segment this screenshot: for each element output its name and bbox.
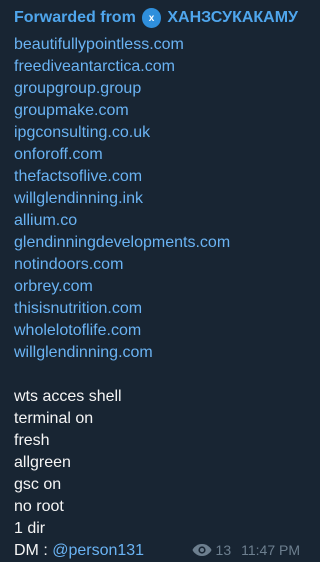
link-item[interactable]: beautifullypointless.com (14, 34, 298, 56)
contact-mention[interactable]: @person131 (52, 542, 144, 559)
message-bubble: Forwarded from x ХАНЗСУКАКАМУ beautifull… (0, 0, 312, 562)
link-item[interactable]: thefactsoflive.com (14, 166, 298, 188)
link-item[interactable]: groupmake.com (14, 100, 298, 122)
link-item[interactable]: orbrey.com (14, 276, 298, 298)
link-item[interactable]: thisisnutrition.com (14, 298, 298, 320)
detail-line: fresh (14, 432, 50, 449)
link-item[interactable]: ipgconsulting.co.uk (14, 122, 298, 144)
forwarded-header[interactable]: Forwarded from x ХАНЗСУКАКАМУ (14, 6, 298, 30)
view-count: 13 (215, 542, 232, 558)
message-meta: 13 11:47 PM (192, 542, 300, 558)
link-item[interactable]: notindoors.com (14, 254, 298, 276)
detail-line: 1 dir (14, 520, 46, 537)
link-item[interactable]: groupgroup.group (14, 78, 298, 100)
link-item[interactable]: onforoff.com (14, 144, 298, 166)
details-block: wts acces shell terminal on fresh allgre… (14, 386, 298, 562)
link-item[interactable]: glendinningdevelopments.com (14, 232, 298, 254)
link-list: beautifullypointless.com freediveantarct… (14, 34, 298, 364)
link-item[interactable]: willglendinning.ink (14, 188, 298, 210)
forwarded-channel-name[interactable]: ХАНЗСУКАКАМУ (167, 9, 298, 27)
forwarded-prefix: Forwarded from (14, 9, 136, 26)
detail-line: allgreen (14, 454, 71, 471)
contact-label: DM : (14, 542, 53, 559)
eye-icon (192, 543, 212, 557)
link-item[interactable]: freediveantarctica.com (14, 56, 298, 78)
detail-line: wts acces shell (14, 388, 122, 405)
detail-line: gsc on (14, 476, 62, 493)
channel-avatar[interactable]: x (141, 8, 162, 28)
link-item[interactable]: wholelotoflife.com (14, 320, 298, 342)
link-item[interactable]: willglendinning.com (14, 342, 298, 364)
link-item[interactable]: allium.co (14, 210, 298, 232)
detail-line: no root (14, 498, 64, 515)
message-time: 11:47 PM (241, 542, 300, 558)
detail-line: terminal on (14, 410, 94, 427)
